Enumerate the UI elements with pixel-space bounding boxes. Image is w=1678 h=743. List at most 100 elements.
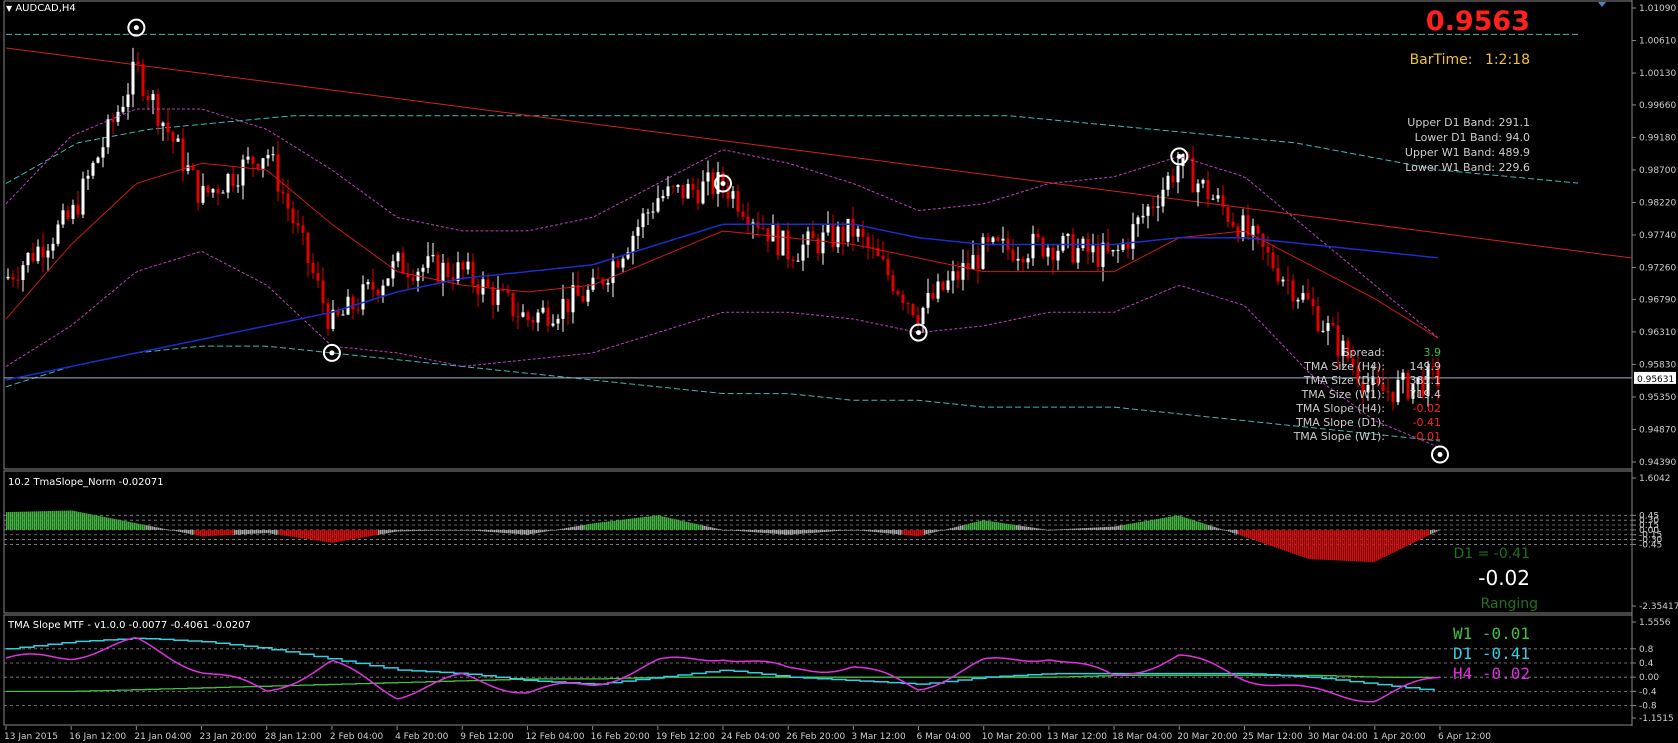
candle-body	[81, 178, 85, 215]
norm-hist-bar	[466, 529, 468, 531]
norm-hist-bar	[1312, 529, 1314, 560]
time-tick-label: 26 Feb 20:00	[786, 732, 845, 742]
tma-slope-norm-pane[interactable]: 1.6042 0.45 0.30 0.15 0.00 -0.15 -0.30 -0.45 -2.…	[0, 470, 1678, 614]
price-pane[interactable]: 1.01090 1.00610 1.00130 0.99660 0.99180 0.987…	[0, 0, 1678, 470]
norm-hist-bar	[736, 529, 738, 531]
norm-hist-bar	[606, 521, 608, 530]
norm-hist-bar	[1378, 529, 1380, 560]
candle-body	[461, 262, 465, 270]
norm-hist-bar	[1356, 529, 1358, 562]
candle-body	[661, 196, 665, 199]
norm-hist-bar	[548, 529, 550, 532]
norm-hist-bar	[1106, 526, 1108, 530]
norm-hist-bar	[1136, 522, 1138, 530]
candle-body	[211, 189, 215, 193]
norm-hist-bar	[106, 517, 108, 530]
norm-hist-bar	[1118, 525, 1120, 530]
candle-body	[681, 185, 685, 199]
candle-body	[386, 278, 390, 286]
norm-hist-bar	[226, 529, 228, 536]
norm-hist-bar	[1416, 529, 1418, 542]
norm-hist-bar	[1216, 527, 1218, 530]
norm-hist-bar	[818, 529, 820, 533]
tma-slope-norm-svg[interactable]: 1.60420.450.300.150.00-0.15-0.30-0.45-2.…	[0, 470, 1678, 614]
candle-body	[401, 252, 405, 274]
tma-slope-mtf-svg[interactable]: 1.5556 0.8 0.4 0.00 -0.4 -0.8 -1.1515	[0, 614, 1678, 726]
norm-hist-bar	[824, 529, 826, 532]
norm-hist-bar	[278, 529, 280, 535]
norm-hist-bar	[1194, 520, 1196, 530]
norm-hist-bar	[1384, 529, 1386, 557]
norm-hist-bar	[1266, 529, 1268, 545]
norm-hist-bar	[1140, 521, 1142, 530]
norm-hist-bar	[206, 529, 208, 537]
norm-hist-bar	[930, 529, 932, 534]
candle-body	[346, 296, 350, 315]
norm-hist-bar	[726, 529, 728, 531]
mtf-tick-label: -1.1515	[1639, 714, 1674, 724]
norm-hist-bar	[1294, 529, 1296, 555]
norm-hist-bar	[596, 522, 598, 530]
norm-hist-bar	[452, 529, 454, 531]
norm-hist-bar	[1114, 526, 1116, 530]
norm-hist-bar	[1354, 529, 1356, 562]
tma-slope-mtf-pane[interactable]: 1.5556 0.8 0.4 0.00 -0.4 -0.8 -1.1515 TMA Slop…	[0, 614, 1678, 726]
candle-body	[1071, 234, 1075, 263]
norm-hist-bar	[1260, 529, 1262, 543]
norm-hist-bar	[976, 521, 978, 530]
candle-body	[411, 277, 415, 281]
norm-hist-bar	[234, 529, 236, 535]
candle-body	[701, 181, 705, 204]
time-tick-label: 16 Jan 12:00	[69, 732, 126, 742]
candle-body	[881, 255, 885, 260]
norm-hist-bar	[182, 529, 184, 533]
time-tick-label: 6 Mar 04:00	[917, 732, 972, 742]
norm-hist-bar	[250, 529, 252, 534]
candle-body	[51, 243, 55, 251]
candle-body	[201, 185, 205, 203]
candle-body	[1321, 330, 1325, 332]
norm-hist-bar	[768, 529, 770, 534]
norm-hist-bar	[994, 521, 996, 530]
norm-hist-bar	[1346, 529, 1348, 561]
norm-hist-bar	[682, 520, 684, 530]
norm-hist-bar	[1298, 529, 1300, 556]
norm-hist-bar	[1168, 516, 1170, 530]
norm-hist-bar	[1396, 529, 1398, 551]
norm-hist-bar	[988, 521, 990, 530]
candle-body	[606, 283, 610, 285]
candle-body	[641, 213, 645, 228]
candle-body	[441, 262, 445, 282]
norm-hist-bar	[1198, 521, 1200, 530]
norm-hist-bar	[346, 529, 348, 541]
norm-hist-bar	[1240, 529, 1242, 536]
norm-hist-bar	[1326, 529, 1328, 560]
norm-hist-bar	[116, 519, 118, 530]
norm-d1-text: D1 = -0.41	[1453, 546, 1530, 562]
norm-hist-bar	[898, 529, 900, 535]
candle-body	[96, 157, 100, 163]
candle-body	[511, 293, 515, 317]
norm-hist-bar	[970, 523, 972, 530]
candle-body	[1016, 258, 1020, 261]
dropdown-triangle-icon[interactable]: ▼	[6, 4, 12, 13]
candle-body	[216, 189, 220, 194]
norm-hist-bar	[188, 529, 190, 534]
candle-body	[806, 231, 810, 245]
candle-body	[181, 138, 185, 171]
norm-hist-bar	[1050, 529, 1052, 531]
candle-body	[981, 237, 985, 269]
norm-hist-bar	[414, 529, 416, 532]
norm-hist-bar	[26, 511, 28, 530]
candle-body	[291, 208, 295, 224]
norm-state-text: Ranging	[1480, 596, 1538, 612]
candle-body	[1021, 258, 1025, 263]
mtf-d1-text: D1 -0.41	[1452, 644, 1530, 663]
norm-hist-bar	[518, 529, 520, 535]
norm-hist-bar	[354, 529, 356, 539]
norm-hist-bar	[838, 529, 840, 531]
norm-hist-bar	[624, 519, 626, 530]
norm-hist-bar	[498, 529, 500, 533]
norm-hist-bar	[780, 529, 782, 535]
price-tick-label: 0.96310	[1639, 328, 1676, 338]
